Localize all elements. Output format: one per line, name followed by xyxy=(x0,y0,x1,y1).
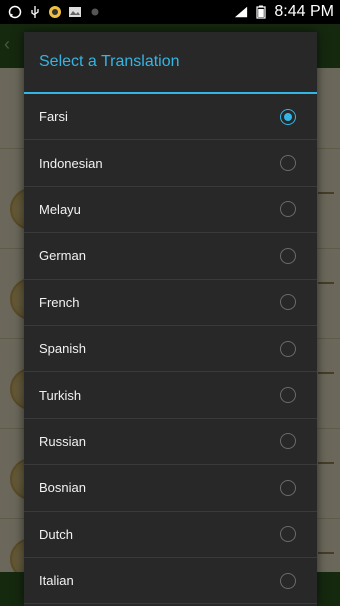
status-left-icons xyxy=(8,5,102,19)
radio-checked-icon[interactable] xyxy=(280,108,296,125)
option-label: Russian xyxy=(39,433,86,449)
translation-dialog: Select a Translation Farsi Indonesian Mela… xyxy=(24,32,317,606)
status-bar: 8:44 PM xyxy=(0,0,340,24)
translation-option-turkish[interactable]: Turkish xyxy=(24,372,317,419)
option-label: German xyxy=(39,248,86,264)
option-label: Turkish xyxy=(39,387,82,403)
radio-unchecked-icon[interactable] xyxy=(280,247,296,264)
translation-option-melayu[interactable]: Melayu xyxy=(24,187,317,234)
option-label: French xyxy=(39,294,80,310)
status-time: 8:44 PM xyxy=(274,3,334,20)
option-label: Spanish xyxy=(39,341,86,357)
option-label: Indonesian xyxy=(39,155,103,171)
option-label: Italian xyxy=(39,573,74,589)
translation-options-list: Farsi Indonesian Melayu German French Spanish… xyxy=(24,94,317,605)
image-icon xyxy=(68,5,82,19)
radio-unchecked-icon[interactable] xyxy=(280,155,296,172)
radio-unchecked-icon[interactable] xyxy=(280,572,296,589)
option-label: Dutch xyxy=(39,526,73,542)
option-label: Farsi xyxy=(39,109,68,125)
option-label: Bosnian xyxy=(39,480,86,496)
translation-option-german[interactable]: German xyxy=(24,233,317,280)
whatsapp-icon xyxy=(8,5,22,19)
translation-option-dutch[interactable]: Dutch xyxy=(24,512,317,558)
translation-option-indonesian[interactable]: Indonesian xyxy=(24,140,317,187)
radio-unchecked-icon[interactable] xyxy=(280,294,296,311)
option-label: Melayu xyxy=(39,201,81,217)
translation-option-french[interactable]: French xyxy=(24,280,317,326)
translation-option-italian[interactable]: Italian xyxy=(24,558,317,605)
usb-icon xyxy=(28,5,42,19)
status-right-icons: 8:44 PM xyxy=(234,3,334,21)
radio-unchecked-icon[interactable] xyxy=(280,479,296,496)
battery-icon xyxy=(254,5,268,19)
app-notification-icon xyxy=(48,5,62,19)
dot-icon xyxy=(88,5,102,19)
radio-unchecked-icon[interactable] xyxy=(280,387,296,404)
radio-unchecked-icon[interactable] xyxy=(280,201,296,218)
translation-option-farsi[interactable]: Farsi xyxy=(24,94,317,141)
radio-unchecked-icon[interactable] xyxy=(280,526,296,543)
radio-unchecked-icon[interactable] xyxy=(280,340,296,357)
signal-icon xyxy=(234,5,248,19)
translation-option-spanish[interactable]: Spanish xyxy=(24,326,317,373)
translation-option-bosnian[interactable]: Bosnian xyxy=(24,465,317,512)
screen: 8:44 PM ‹ Select a Translation xyxy=(0,0,340,606)
dialog-title: Select a Translation xyxy=(39,53,180,70)
translation-option-russian[interactable]: Russian xyxy=(24,419,317,466)
radio-unchecked-icon[interactable] xyxy=(280,433,296,450)
